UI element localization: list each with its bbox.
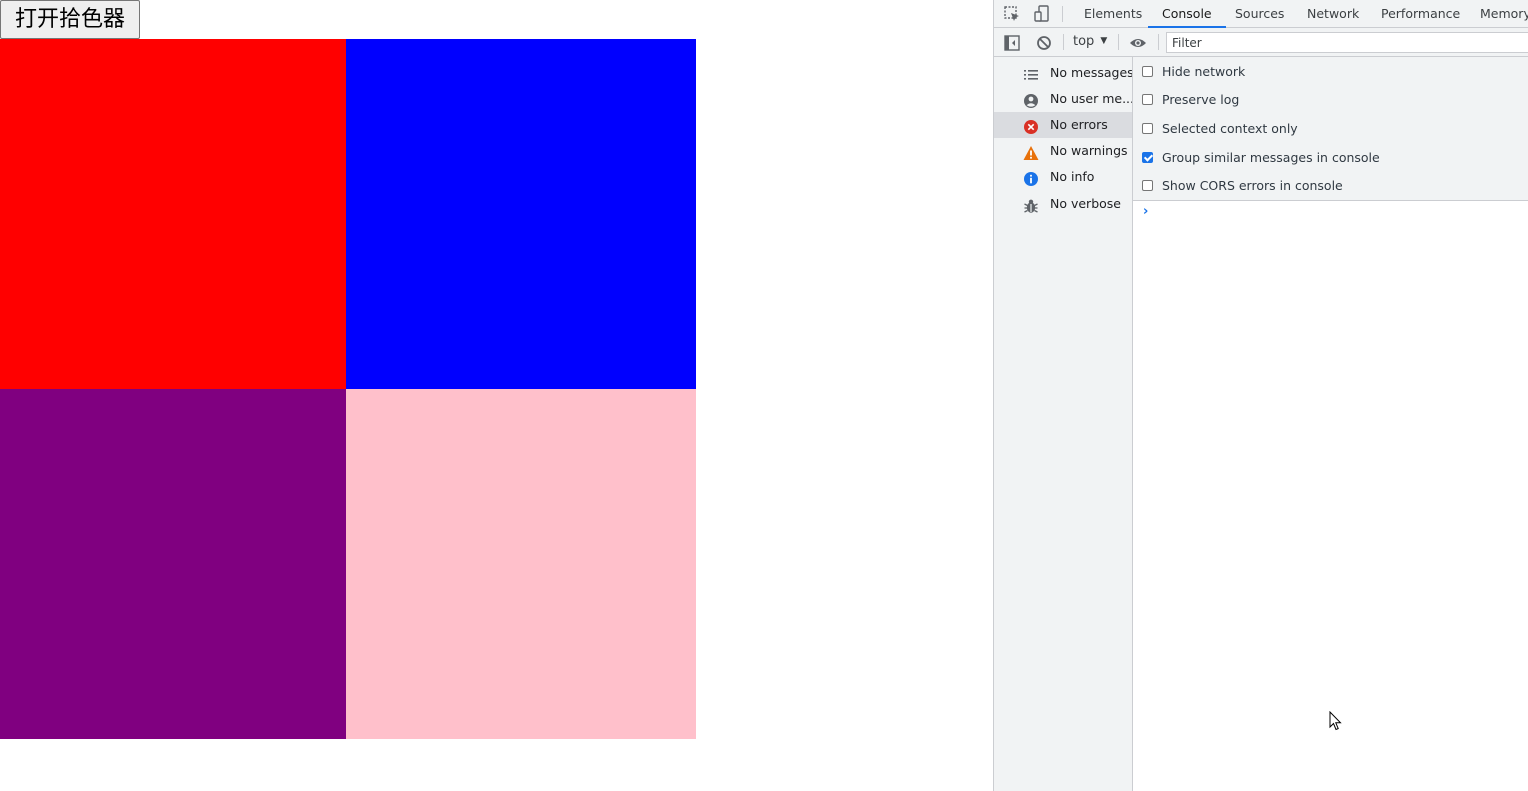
console-output[interactable]: ›	[1133, 201, 1528, 791]
sidebar-item-label: No verbose	[1050, 196, 1121, 211]
group-similar-checkbox[interactable]	[1142, 152, 1153, 163]
devtools-tab-bar: Elements Console Sources Network Perform…	[994, 0, 1528, 28]
sidebar-item-label: No messages	[1050, 65, 1132, 80]
sidebar-item-warnings[interactable]: No warnings	[994, 138, 1132, 164]
tab-network[interactable]: Network	[1305, 0, 1361, 27]
setting-label: Preserve log	[1162, 92, 1240, 107]
console-prompt-chevron-icon[interactable]: ›	[1143, 204, 1148, 219]
sidebar-item-verbose[interactable]: No verbose	[994, 191, 1132, 217]
color-swatch-pink[interactable]	[346, 389, 696, 739]
sidebar-item-user-messages[interactable]: No user me...	[994, 86, 1132, 112]
setting-label: Group similar messages in console	[1162, 150, 1380, 165]
console-sidebar: No messages No user me... No errors No w…	[994, 57, 1133, 791]
setting-label: Hide network	[1162, 64, 1246, 79]
filter-input[interactable]	[1166, 32, 1528, 53]
show-cors-errors-checkbox[interactable]	[1142, 180, 1153, 191]
console-toolbar: top ▼	[994, 28, 1528, 57]
error-icon	[1023, 118, 1039, 134]
setting-label: Show CORS errors in console	[1162, 178, 1343, 193]
sidebar-item-label: No warnings	[1050, 143, 1128, 158]
toolbar-divider	[1158, 34, 1159, 50]
preserve-log-checkbox[interactable]	[1142, 94, 1153, 105]
color-swatch-blue[interactable]	[346, 39, 696, 389]
color-swatch-red[interactable]	[0, 39, 346, 389]
sidebar-item-label: No info	[1050, 169, 1095, 184]
info-icon	[1023, 170, 1039, 186]
sidebar-item-messages[interactable]: No messages	[994, 60, 1132, 86]
user-icon	[1023, 92, 1039, 108]
setting-label: Selected context only	[1162, 121, 1298, 136]
toolbar-divider	[1063, 34, 1064, 50]
device-toolbar-icon[interactable]	[1032, 4, 1052, 24]
hide-network-checkbox[interactable]	[1142, 66, 1153, 77]
chevron-down-icon: ▼	[1100, 36, 1108, 46]
tab-console[interactable]: Console	[1148, 0, 1226, 28]
toolbar-divider	[1062, 6, 1063, 22]
bug-icon	[1023, 197, 1039, 213]
live-expression-eye-icon[interactable]	[1128, 33, 1148, 53]
list-icon	[1023, 66, 1039, 82]
toolbar-divider	[1118, 34, 1119, 50]
sidebar-item-errors[interactable]: No errors	[994, 112, 1132, 138]
context-selector-value: top	[1073, 34, 1095, 49]
screen: 打开拾色器 Elements Console Sources Network P…	[0, 0, 1528, 791]
warning-icon	[1023, 144, 1039, 160]
tab-elements[interactable]: Elements	[1082, 0, 1144, 27]
open-color-picker-button[interactable]: 打开拾色器	[0, 0, 140, 39]
mouse-cursor-icon	[1329, 711, 1342, 731]
sidebar-item-label: No user me...	[1050, 91, 1132, 106]
color-swatch-purple[interactable]	[0, 389, 346, 739]
selected-context-only-checkbox[interactable]	[1142, 123, 1153, 134]
clear-console-icon[interactable]	[1034, 33, 1054, 53]
context-selector[interactable]: top ▼	[1073, 34, 1107, 50]
tab-memory[interactable]: Memory	[1478, 0, 1528, 27]
console-settings: Hide network Preserve log Selected conte…	[1133, 57, 1528, 201]
inspect-element-icon[interactable]	[1002, 4, 1022, 24]
page-viewport: 打开拾色器	[0, 0, 993, 791]
tab-sources[interactable]: Sources	[1233, 0, 1286, 27]
devtools-panel: Elements Console Sources Network Perform…	[993, 0, 1528, 791]
sidebar-toggle-icon[interactable]	[1002, 33, 1022, 53]
sidebar-item-label: No errors	[1050, 117, 1108, 132]
sidebar-item-info[interactable]: No info	[994, 164, 1132, 190]
tab-performance[interactable]: Performance	[1379, 0, 1462, 27]
